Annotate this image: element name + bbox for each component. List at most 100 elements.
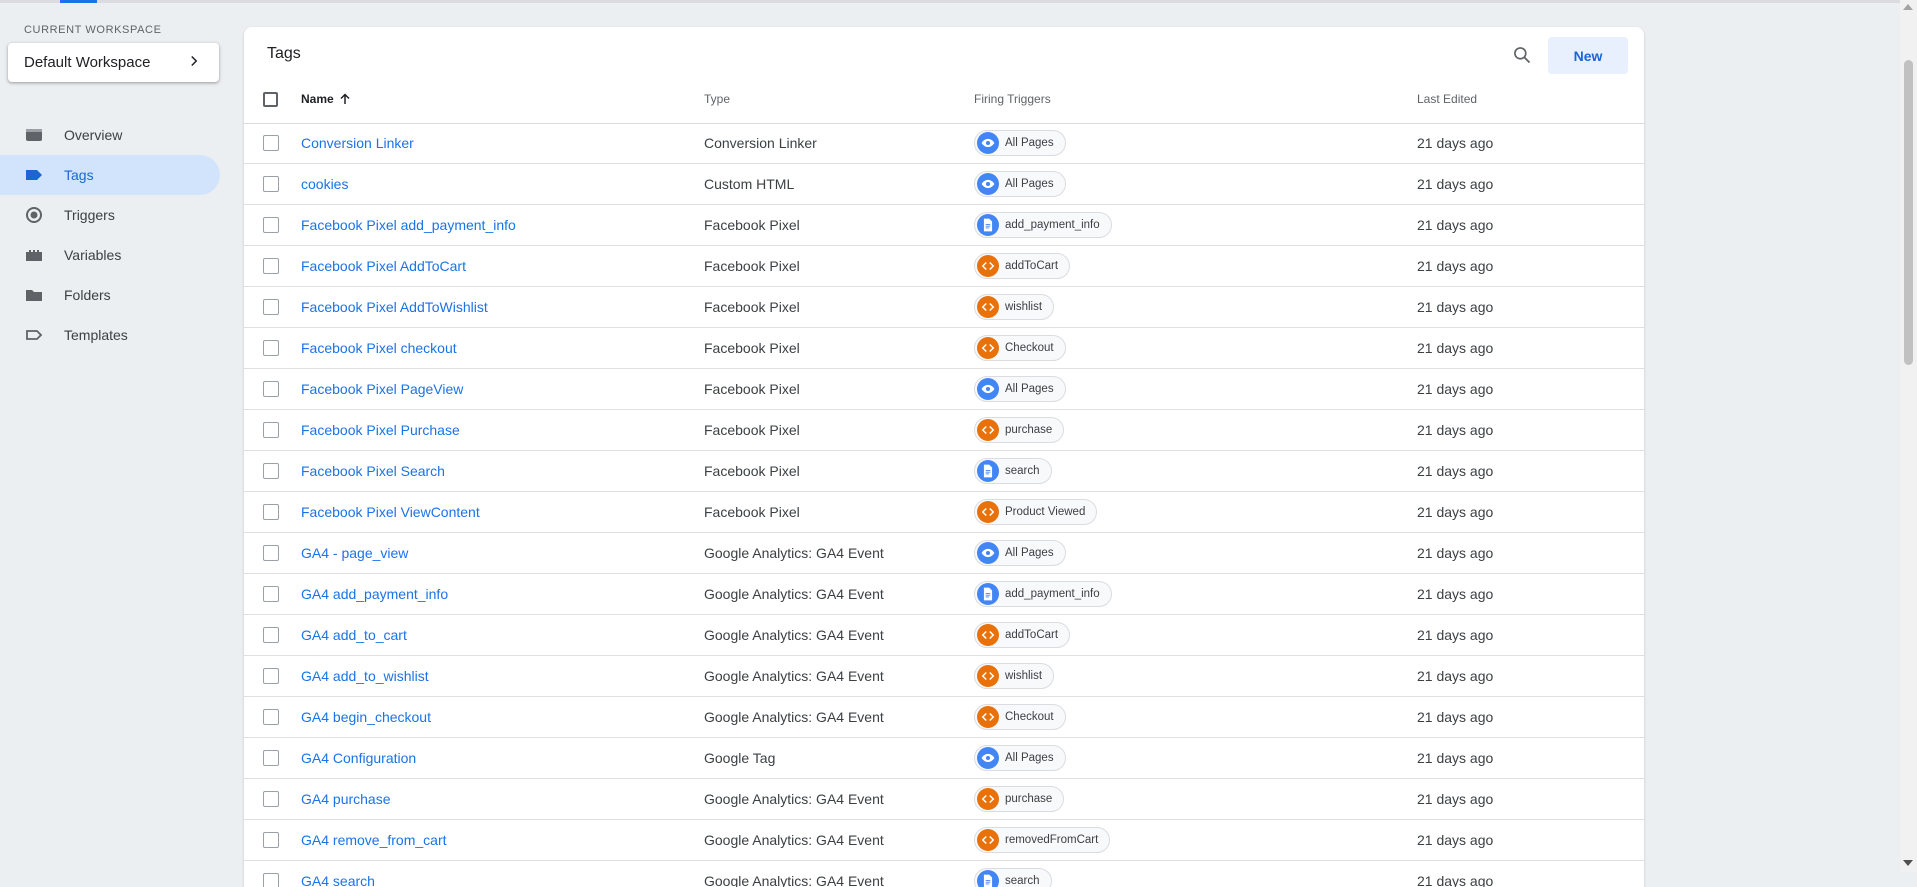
sidebar-item-folders[interactable]: Folders	[0, 275, 220, 315]
last-edited: 21 days ago	[1417, 135, 1494, 151]
table-row[interactable]: Facebook Pixel AddToCart Facebook Pixel ad…	[244, 246, 1644, 287]
custom-event-trigger-icon	[977, 788, 999, 810]
tag-name-link[interactable]: GA4 add_payment_info	[301, 574, 448, 614]
table-row[interactable]: GA4 - page_view Google Analytics: GA4 Eve…	[244, 533, 1644, 574]
row-checkbox[interactable]	[263, 586, 279, 602]
tag-name-link[interactable]: cookies	[301, 164, 348, 204]
row-checkbox[interactable]	[263, 299, 279, 315]
scroll-up-arrow[interactable]	[1903, 4, 1913, 10]
table-row[interactable]: Facebook Pixel ViewContent Facebook Pixel…	[244, 492, 1644, 533]
tag-type: Google Analytics: GA4 Event	[704, 545, 884, 561]
table-row[interactable]: GA4 begin_checkout Google Analytics: GA4 …	[244, 697, 1644, 738]
trigger-chip[interactable]: addToCart	[974, 622, 1071, 648]
tag-type: Facebook Pixel	[704, 340, 800, 356]
row-checkbox[interactable]	[263, 463, 279, 479]
tag-name-link[interactable]: GA4 - page_view	[301, 533, 408, 573]
table-row[interactable]: Facebook Pixel Search Facebook Pixel searc…	[244, 451, 1644, 492]
row-checkbox[interactable]	[263, 873, 279, 887]
trigger-chip[interactable]: All Pages	[974, 171, 1066, 197]
scroll-thumb[interactable]	[1904, 60, 1913, 365]
column-header-name[interactable]: Name	[301, 75, 351, 123]
table-row[interactable]: GA4 search Google Analytics: GA4 Event sea…	[244, 861, 1644, 887]
trigger-chip[interactable]: purchase	[974, 786, 1065, 812]
row-checkbox[interactable]	[263, 791, 279, 807]
column-header-last-edited[interactable]: Last Edited	[1417, 75, 1477, 123]
table-row[interactable]: Conversion Linker Conversion Linker All Pa…	[244, 123, 1644, 164]
sidebar-item-tags[interactable]: Tags	[0, 155, 220, 195]
table-row[interactable]: GA4 Configuration Google Tag All Pages 21 d…	[244, 738, 1644, 779]
table-row[interactable]: Facebook Pixel Purchase Facebook Pixel pur…	[244, 410, 1644, 451]
tag-name-link[interactable]: GA4 add_to_wishlist	[301, 656, 429, 696]
tag-name-link[interactable]: Facebook Pixel AddToWishlist	[301, 287, 488, 327]
folder-icon	[24, 285, 44, 305]
scroll-down-arrow[interactable]	[1903, 860, 1913, 866]
sidebar-item-templates[interactable]: Templates	[0, 315, 220, 355]
select-all-checkbox[interactable]	[263, 91, 278, 107]
trigger-chip[interactable]: Checkout	[974, 704, 1066, 730]
workspace-selector[interactable]: Default Workspace	[8, 43, 219, 82]
row-checkbox[interactable]	[263, 832, 279, 848]
tag-name-link[interactable]: GA4 search	[301, 861, 375, 887]
row-checkbox[interactable]	[263, 668, 279, 684]
trigger-chip[interactable]: All Pages	[974, 745, 1066, 771]
row-checkbox[interactable]	[263, 217, 279, 233]
row-checkbox[interactable]	[263, 340, 279, 356]
trigger-chip[interactable]: All Pages	[974, 130, 1066, 156]
row-checkbox[interactable]	[263, 258, 279, 274]
tag-name-link[interactable]: Facebook Pixel AddToCart	[301, 246, 466, 286]
trigger-chip[interactable]: addToCart	[974, 253, 1071, 279]
trigger-chip[interactable]: All Pages	[974, 540, 1066, 566]
table-row[interactable]: GA4 add_to_cart Google Analytics: GA4 Eve…	[244, 615, 1644, 656]
trigger-chip[interactable]: Checkout	[974, 335, 1066, 361]
table-row[interactable]: GA4 add_to_wishlist Google Analytics: GA4…	[244, 656, 1644, 697]
table-row[interactable]: Facebook Pixel AddToWishlist Facebook Pix…	[244, 287, 1644, 328]
tag-name-link[interactable]: Facebook Pixel add_payment_info	[301, 205, 516, 245]
sidebar-item-variables[interactable]: Variables	[0, 235, 220, 275]
trigger-chip[interactable]: add_payment_info	[974, 212, 1112, 238]
sidebar-item-overview[interactable]: Overview	[0, 115, 220, 155]
trigger-chip[interactable]: wishlist	[974, 663, 1055, 689]
tag-name-link[interactable]: GA4 add_to_cart	[301, 615, 407, 655]
table-row[interactable]: GA4 add_payment_info Google Analytics: GA…	[244, 574, 1644, 615]
tag-name-link[interactable]: GA4 remove_from_cart	[301, 820, 447, 860]
sidebar-item-triggers[interactable]: Triggers	[0, 195, 220, 235]
tag-name-link[interactable]: Facebook Pixel Purchase	[301, 410, 460, 450]
table-row[interactable]: GA4 remove_from_cart Google Analytics: GA…	[244, 820, 1644, 861]
row-checkbox[interactable]	[263, 422, 279, 438]
row-checkbox[interactable]	[263, 381, 279, 397]
trigger-chip[interactable]: search	[974, 868, 1052, 887]
trigger-chip[interactable]: Product Viewed	[974, 499, 1098, 525]
new-tag-button[interactable]: New	[1548, 37, 1628, 74]
tag-name-link[interactable]: GA4 Configuration	[301, 738, 416, 778]
trigger-chip[interactable]: wishlist	[974, 294, 1055, 320]
row-checkbox[interactable]	[263, 627, 279, 643]
search-button[interactable]	[1508, 43, 1536, 71]
table-row[interactable]: cookies Custom HTML All Pages 21 days ago	[244, 164, 1644, 205]
trigger-chip[interactable]: search	[974, 458, 1052, 484]
tag-name-link[interactable]: GA4 begin_checkout	[301, 697, 431, 737]
table-row[interactable]: Facebook Pixel checkout Facebook Pixel Che…	[244, 328, 1644, 369]
page-scrollbar[interactable]	[1900, 0, 1917, 872]
tag-name-link[interactable]: GA4 purchase	[301, 779, 391, 819]
trigger-chip[interactable]: add_payment_info	[974, 581, 1112, 607]
sidebar-item-label: Folders	[64, 287, 111, 303]
table-row[interactable]: GA4 purchase Google Analytics: GA4 Event p…	[244, 779, 1644, 820]
column-header-type[interactable]: Type	[704, 75, 730, 123]
last-edited: 21 days ago	[1417, 176, 1494, 192]
row-checkbox[interactable]	[263, 176, 279, 192]
tag-name-link[interactable]: Facebook Pixel PageView	[301, 369, 463, 409]
trigger-chip[interactable]: All Pages	[974, 376, 1066, 402]
table-row[interactable]: Facebook Pixel PageView Facebook Pixel All…	[244, 369, 1644, 410]
tag-name-link[interactable]: Facebook Pixel checkout	[301, 328, 457, 368]
row-checkbox[interactable]	[263, 504, 279, 520]
tag-name-link[interactable]: Facebook Pixel ViewContent	[301, 492, 480, 532]
row-checkbox[interactable]	[263, 709, 279, 725]
tag-name-link[interactable]: Facebook Pixel Search	[301, 451, 445, 491]
trigger-chip[interactable]: removedFromCart	[974, 827, 1111, 853]
row-checkbox[interactable]	[263, 750, 279, 766]
row-checkbox[interactable]	[263, 545, 279, 561]
row-checkbox[interactable]	[263, 135, 279, 151]
trigger-chip[interactable]: purchase	[974, 417, 1065, 443]
table-row[interactable]: Facebook Pixel add_payment_info Facebook …	[244, 205, 1644, 246]
tag-name-link[interactable]: Conversion Linker	[301, 123, 414, 163]
